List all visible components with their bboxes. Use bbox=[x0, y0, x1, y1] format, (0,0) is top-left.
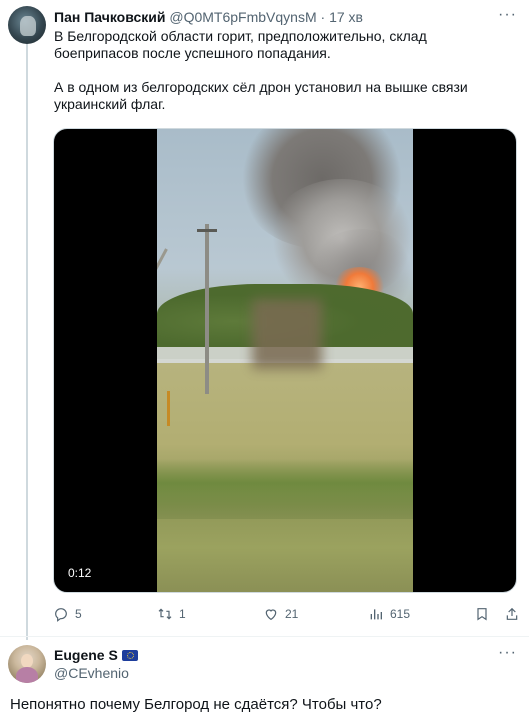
reply-icon bbox=[55, 608, 67, 622]
retweet-icon bbox=[158, 608, 172, 620]
tweet-text: В Белгородской области горит, предположи… bbox=[54, 28, 514, 130]
views-button[interactable]: 615 bbox=[368, 604, 410, 624]
tweet-text-paragraph-1: В Белгородской области горит, предположи… bbox=[54, 28, 427, 61]
reply-author-handle[interactable]: @CEvhenio bbox=[54, 664, 129, 682]
retweet-button[interactable]: 1 bbox=[157, 604, 186, 624]
avatar[interactable] bbox=[8, 6, 46, 44]
bookmark-button[interactable] bbox=[474, 604, 490, 624]
reply-count: 5 bbox=[75, 607, 82, 621]
tweet-actions: 5 1 21 615 bbox=[53, 604, 519, 624]
avatar-figure bbox=[20, 16, 36, 36]
tweet-time[interactable]: 17 хв bbox=[329, 9, 363, 25]
heart-icon bbox=[265, 609, 277, 621]
bookmark-icon bbox=[477, 608, 487, 621]
avatar-body bbox=[16, 667, 38, 683]
meta-separator: · bbox=[320, 9, 326, 25]
tweet-header: Пан Пачковский @Q0MT6pFmbVqynsM · 17 хв bbox=[54, 8, 363, 26]
thread-line bbox=[26, 44, 28, 640]
retweet-count: 1 bbox=[179, 607, 186, 621]
reply-author: Eugene S bbox=[54, 646, 138, 664]
like-count: 21 bbox=[285, 607, 299, 621]
divider bbox=[0, 636, 529, 637]
eu-flag-icon bbox=[121, 649, 138, 661]
utility-pole bbox=[205, 224, 209, 394]
grass-band bbox=[157, 459, 413, 519]
utility-pole-crossbar bbox=[197, 229, 217, 232]
views-chart-icon bbox=[370, 609, 382, 620]
video-frame[interactable] bbox=[157, 129, 413, 592]
avatar-face bbox=[21, 654, 33, 668]
more-dots-icon[interactable]: ··· bbox=[498, 6, 517, 24]
like-button[interactable]: 21 bbox=[263, 604, 298, 624]
share-button[interactable] bbox=[504, 604, 520, 624]
author-handle[interactable]: @Q0MT6pFmbVqynsM bbox=[169, 9, 316, 25]
author-name[interactable]: Пан Пачковский bbox=[54, 9, 165, 25]
blurred-region bbox=[252, 299, 322, 369]
marker-post bbox=[167, 391, 170, 426]
video-timecode: 0:12 bbox=[68, 566, 92, 580]
more-dots-icon[interactable]: ··· bbox=[498, 644, 517, 662]
views-count: 615 bbox=[390, 607, 411, 621]
reply-text: Непонятно почему Белгород не сдаётся? Чт… bbox=[10, 696, 382, 713]
reply-avatar[interactable] bbox=[8, 645, 46, 683]
share-icon bbox=[506, 607, 518, 620]
tweet-text-paragraph-2: А в одном из белгородских сёл дрон устан… bbox=[54, 79, 468, 112]
reply-button[interactable]: 5 bbox=[53, 604, 82, 624]
reply-author-name[interactable]: Eugene S bbox=[54, 646, 118, 664]
video-player[interactable]: 0:12 bbox=[53, 128, 517, 593]
